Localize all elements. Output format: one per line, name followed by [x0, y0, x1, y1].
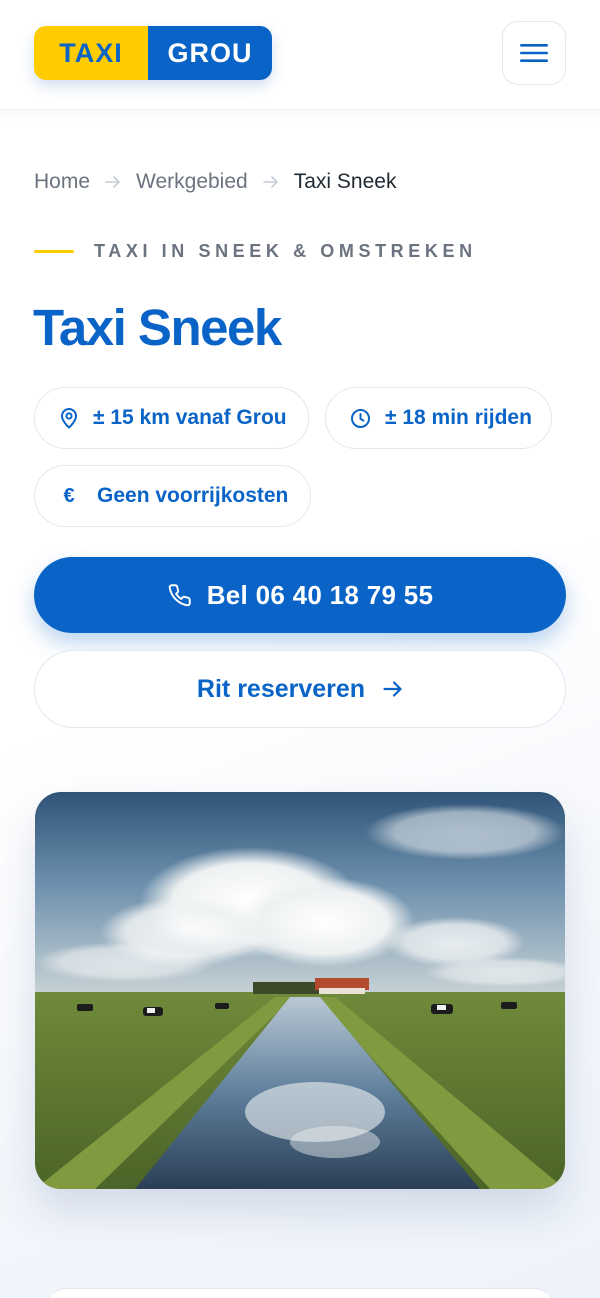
- eyebrow-accent-line: [34, 249, 74, 253]
- breadcrumb-current: Taxi Sneek: [293, 170, 397, 193]
- logo[interactable]: TAXI GROU: [34, 26, 272, 80]
- call-button[interactable]: Bel 06 40 18 79 55: [34, 557, 566, 633]
- arrow-right-icon: [383, 681, 402, 697]
- reserve-button[interactable]: Rit reserveren: [34, 650, 566, 728]
- no-fee-label: Geen voorrijkosten: [97, 484, 289, 507]
- eyebrow-text: TAXI IN SNEEK & OMSTREKEN: [94, 240, 477, 261]
- breadcrumb: Home Werkgebied Taxi Sneek: [34, 168, 396, 196]
- next-section-card: [46, 1288, 554, 1298]
- no-fee-pill: € Geen voorrijkosten: [34, 465, 311, 527]
- page-title: Taxi Sneek: [33, 299, 282, 356]
- breadcrumb-werkgebied-link[interactable]: Werkgebied: [136, 170, 248, 194]
- phone-icon: [168, 584, 191, 607]
- clock-icon: [351, 408, 370, 428]
- euro-icon: €: [63, 484, 75, 507]
- reserve-button-label: Rit reserveren: [196, 674, 366, 703]
- logo-grou-text: GROU: [148, 26, 272, 80]
- duration-label: ± 18 min rijden: [385, 406, 532, 429]
- eyebrow: TAXI IN SNEEK & OMSTREKEN: [34, 238, 477, 264]
- logo-taxi-text: TAXI: [34, 26, 148, 80]
- duration-pill: ± 18 min rijden: [325, 387, 552, 449]
- call-button-label: Bel 06 40 18 79 55: [206, 579, 434, 610]
- distance-pill: ± 15 km vanaf Grou: [34, 387, 309, 449]
- location-pin-icon: [61, 408, 77, 429]
- site-header: TAXI GROU: [0, 0, 600, 110]
- breadcrumb-home-link[interactable]: Home: [34, 170, 90, 194]
- distance-label: ± 15 km vanaf Grou: [93, 406, 287, 429]
- polder-landscape-photo: [35, 792, 565, 1189]
- menu-button[interactable]: [502, 21, 566, 85]
- hamburger-menu-icon: [520, 44, 548, 62]
- arrow-right-icon: [262, 175, 279, 189]
- arrow-right-icon: [105, 175, 121, 189]
